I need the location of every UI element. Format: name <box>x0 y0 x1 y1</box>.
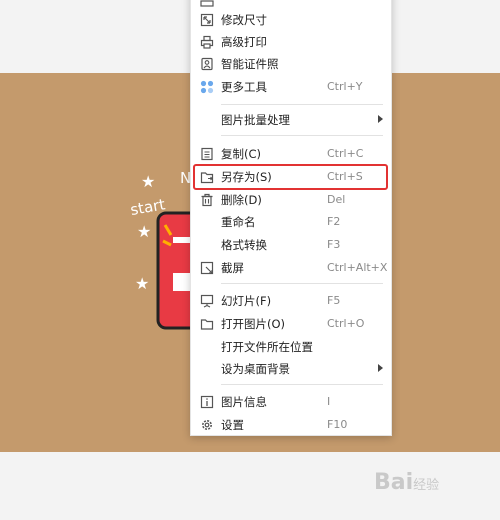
menu-label: 复制(C) <box>221 147 262 161</box>
highlight-box <box>193 164 388 190</box>
screenshot-icon <box>200 261 214 275</box>
more-tools-icon <box>200 80 214 94</box>
trash-icon <box>201 193 213 207</box>
menu-separator <box>221 283 383 284</box>
menu-shortcut: I <box>327 395 331 408</box>
printer-icon <box>200 35 214 49</box>
watermark-suffix: 经验 <box>413 478 440 493</box>
info-icon <box>200 395 214 409</box>
menu-item-open-location[interactable]: 打开文件所在位置 <box>191 336 391 358</box>
menu-label: 智能证件照 <box>221 57 279 71</box>
menu-shortcut: F3 <box>327 238 341 251</box>
watermark-brand: Bai <box>374 470 414 495</box>
menu-item-image-info[interactable]: 图片信息 I <box>191 391 391 413</box>
menu-label: 删除(D) <box>221 193 262 207</box>
menu-separator <box>221 104 383 105</box>
svg-text:★: ★ <box>135 274 149 293</box>
menu-shortcut: F2 <box>327 215 341 228</box>
menu-item-slideshow[interactable]: 幻灯片(F) F5 <box>191 290 391 312</box>
submenu-arrow-icon <box>378 115 383 123</box>
menu-shortcut: Ctrl+Y <box>327 80 363 93</box>
slideshow-icon <box>200 294 214 308</box>
menu-label: 幻灯片(F) <box>221 294 272 308</box>
copy-icon <box>201 147 213 161</box>
menu-item-format-convert[interactable]: 格式转换 F3 <box>191 234 391 256</box>
menu-label: 图片信息 <box>221 395 267 409</box>
svg-text:★: ★ <box>137 222 151 241</box>
id-photo-icon <box>201 57 213 71</box>
menu-item-copy[interactable]: 复制(C) Ctrl+C <box>191 143 391 165</box>
menu-label: 打开文件所在位置 <box>221 340 313 354</box>
gear-icon <box>202 420 212 430</box>
menu-shortcut: Ctrl+Alt+X <box>327 261 388 274</box>
svg-text:★: ★ <box>141 172 155 191</box>
menu-item-batch[interactable]: 图片批量处理 <box>191 109 391 131</box>
menu-item-advanced-print[interactable]: 高级打印 <box>191 31 391 53</box>
menu-label: 截屏 <box>221 261 244 275</box>
menu-item-resize[interactable]: 修改尺寸 <box>191 9 391 31</box>
menu-label: 打开图片(O) <box>221 317 286 331</box>
menu-item-more-tools[interactable]: 更多工具 Ctrl+Y <box>191 76 391 98</box>
sticker-image: ★ ★ ★ N start <box>129 169 200 330</box>
menu-shortcut: F10 <box>327 418 348 431</box>
menu-item-screenshot[interactable]: 截屏 Ctrl+Alt+X <box>191 257 391 279</box>
menu-item-set-wallpaper[interactable]: 设为桌面背景 <box>191 358 391 380</box>
menu-item-open-image[interactable]: 打开图片(O) Ctrl+O <box>191 313 391 335</box>
menu-label: 修改尺寸 <box>221 13 267 27</box>
menu-item-rename[interactable]: 重命名 F2 <box>191 211 391 233</box>
menu-label: 更多工具 <box>221 80 267 94</box>
menu-shortcut: Ctrl+C <box>327 147 364 160</box>
submenu-arrow-icon <box>378 364 383 372</box>
menu-item-id-photo[interactable]: 智能证件照 <box>191 53 391 75</box>
menu-shortcut: F5 <box>327 294 341 307</box>
menu-separator <box>221 384 383 385</box>
menu-shortcut: Ctrl+O <box>327 317 365 330</box>
menu-label: 图片批量处理 <box>221 113 290 127</box>
folder-icon <box>200 319 214 330</box>
watermark: Bai经验 <box>374 470 439 495</box>
menu-label: 高级打印 <box>221 35 267 49</box>
menu-shortcut: Del <box>327 193 346 206</box>
menu-label: 重命名 <box>221 215 256 229</box>
menu-item-delete[interactable]: 删除(D) Del <box>191 189 391 211</box>
menu-separator <box>221 135 383 136</box>
menu-label: 设置 <box>221 418 244 432</box>
context-menu: 修改尺寸 高级打印 智能证件照 更多工具 Ctrl+Y 图片批量处理 复制(C)… <box>190 0 392 436</box>
menu-item-settings[interactable]: 设置 F10 <box>191 414 391 436</box>
top-partial-icon <box>200 0 214 7</box>
resize-icon <box>200 13 214 27</box>
menu-label: 格式转换 <box>221 238 267 252</box>
menu-label: 设为桌面背景 <box>221 362 290 376</box>
